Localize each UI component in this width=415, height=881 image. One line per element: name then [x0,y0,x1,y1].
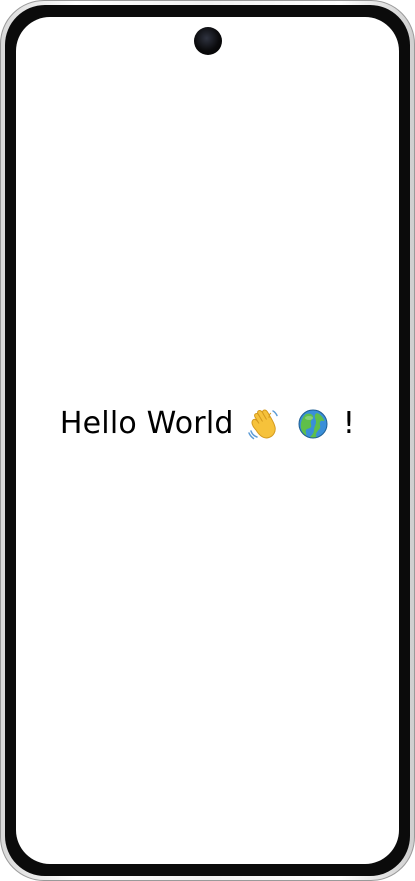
greeting-label: Hello World [59,406,234,441]
waving-hand-icon [247,408,279,440]
front-camera-icon [193,27,222,55]
phone-frame: Hello World ! [0,0,415,881]
greeting-suffix: ! [342,406,356,441]
greeting-text: Hello World ! [16,405,399,441]
phone-bezel: Hello World ! [5,5,410,876]
globe-icon [297,408,329,440]
app-screen: Hello World ! [16,17,399,864]
